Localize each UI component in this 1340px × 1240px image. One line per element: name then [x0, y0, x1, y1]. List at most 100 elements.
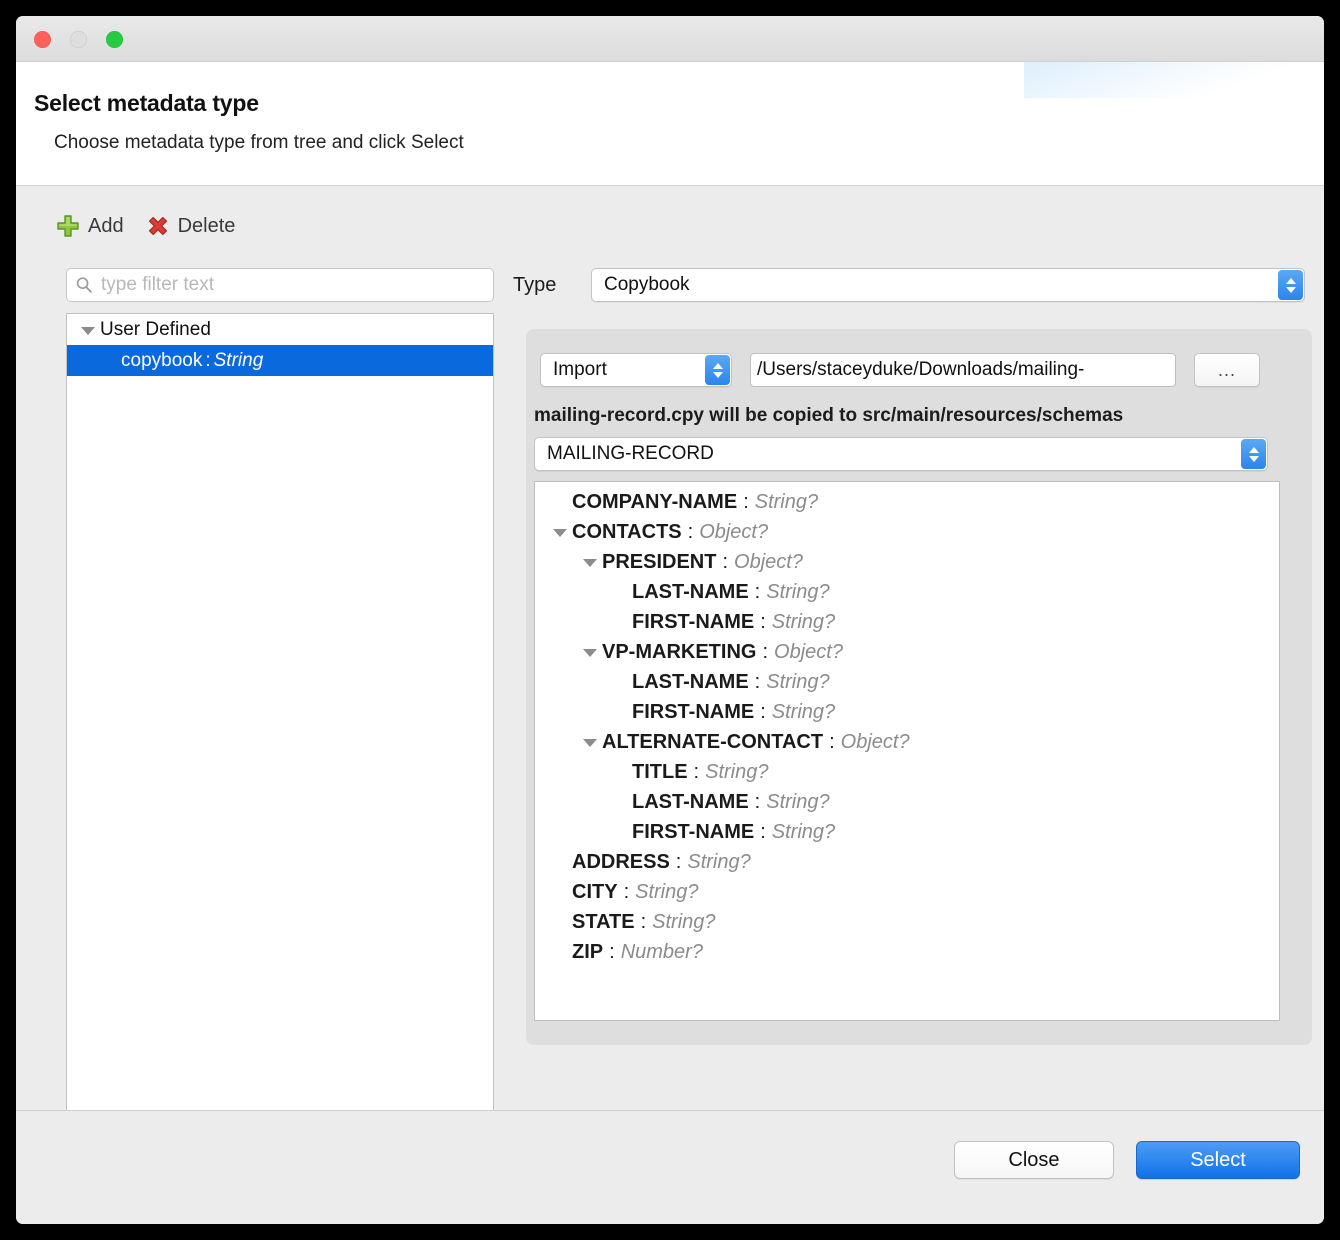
type-row: Type Copybook [513, 268, 1305, 302]
stepper-icon[interactable] [705, 355, 730, 385]
tree-node-label: User Defined [100, 319, 211, 341]
add-button-label: Add [88, 215, 124, 238]
tree-row[interactable]: ZIP:Number? [535, 937, 1279, 967]
toolbar: Add Delete [56, 214, 235, 238]
tree-row[interactable]: FIRST-NAME:String? [535, 697, 1279, 727]
minimize-window-button[interactable] [70, 31, 87, 48]
tree-row[interactable]: CITY:String? [535, 877, 1279, 907]
tree-row-name: ZIP [572, 941, 603, 964]
tree-row-name: STATE [572, 911, 635, 934]
tree-row-name: CITY [572, 881, 618, 904]
zoom-window-button[interactable] [106, 31, 123, 48]
tree-row-type: String? [687, 851, 750, 874]
tree-row-separator: : [760, 821, 766, 844]
schema-tree[interactable]: COMPANY-NAME:String?CONTACTS:Object?PRES… [534, 481, 1280, 1021]
file-path-value: /Users/staceyduke/Downloads/mailing- [757, 359, 1084, 381]
tree-row[interactable]: ADDRESS:String? [535, 847, 1279, 877]
tree-row[interactable]: LAST-NAME:String? [535, 787, 1279, 817]
select-button[interactable]: Select [1136, 1141, 1300, 1179]
tree-node-name: copybook [121, 350, 202, 372]
tree-row-name: LAST-NAME [632, 671, 749, 694]
close-button[interactable]: Close [954, 1141, 1114, 1179]
tree-row-separator: : [676, 851, 682, 874]
close-window-button[interactable] [34, 31, 51, 48]
dialog-footer: Close Select [16, 1110, 1324, 1224]
chevron-down-icon[interactable] [553, 529, 567, 537]
tree-row-type: Object? [699, 521, 768, 544]
tree-row[interactable]: LAST-NAME:String? [535, 667, 1279, 697]
import-mode-select[interactable]: Import [540, 353, 732, 387]
plus-icon [56, 214, 80, 238]
search-input[interactable] [99, 273, 485, 297]
search-icon [75, 276, 93, 294]
tree-row-type: String? [766, 791, 829, 814]
type-select[interactable]: Copybook [591, 268, 1305, 302]
browse-button[interactable]: ... [1194, 353, 1260, 387]
tree-row-name: FIRST-NAME [632, 701, 754, 724]
tree-row-type: Object? [841, 731, 910, 754]
add-button[interactable]: Add [56, 214, 124, 238]
tree-row[interactable]: COMPANY-NAME: String? [535, 487, 1279, 517]
tree-node-type: String [214, 350, 264, 372]
tree-row-separator: : [755, 791, 761, 814]
dialog-header: Select metadata type Choose metadata typ… [16, 62, 1324, 186]
tree-row-name: FIRST-NAME [632, 611, 754, 634]
tree-row-separator: : [743, 491, 749, 514]
tree-row-separator: : [694, 761, 700, 784]
import-row: Import /Users/staceyduke/Downloads/maili… [540, 353, 1260, 387]
tree-row-name: TITLE [632, 761, 688, 784]
stepper-icon[interactable] [1241, 439, 1266, 469]
filter-field[interactable] [66, 268, 494, 302]
chevron-down-icon[interactable] [583, 739, 597, 747]
user-defined-tree[interactable]: User Defined copybook : String [66, 313, 494, 1224]
tree-node-copybook[interactable]: copybook : String [67, 345, 493, 376]
delete-button-label: Delete [178, 215, 236, 238]
record-select[interactable]: MAILING-RECORD [534, 437, 1268, 471]
record-select-value: MAILING-RECORD [547, 443, 714, 465]
dialog-body: Add Delete [16, 186, 1324, 1110]
page-subtitle: Choose metadata type from tree and click… [54, 132, 464, 154]
tree-row-separator: : [688, 521, 694, 544]
tree-row-type: String? [635, 881, 698, 904]
tree-row[interactable]: CONTACTS:Object? [535, 517, 1279, 547]
file-path-input[interactable]: /Users/staceyduke/Downloads/mailing- [750, 353, 1176, 387]
chevron-down-icon[interactable] [583, 559, 597, 567]
copy-destination-note: mailing-record.cpy will be copied to src… [534, 405, 1123, 427]
tree-row-name: CONTACTS [572, 521, 682, 544]
delete-button[interactable]: Delete [146, 214, 236, 238]
chevron-down-icon[interactable] [81, 327, 95, 335]
tree-row[interactable]: FIRST-NAME:String? [535, 817, 1279, 847]
tree-row-name: COMPANY-NAME [572, 491, 737, 514]
chevron-down-icon[interactable] [583, 649, 597, 657]
titlebar [16, 16, 1324, 62]
tree-row[interactable]: VP-MARKETING:Object? [535, 637, 1279, 667]
tree-row[interactable]: LAST-NAME:String? [535, 577, 1279, 607]
tree-row-separator: : [609, 941, 615, 964]
tree-row-type: String? [772, 821, 835, 844]
tree-row-type: String? [652, 911, 715, 934]
tree-row[interactable]: ALTERNATE-CONTACT: Object? [535, 727, 1279, 757]
tree-row-type: String? [705, 761, 768, 784]
tree-row-type: String? [766, 671, 829, 694]
import-mode-value: Import [553, 359, 607, 381]
tree-row-separator: : [755, 671, 761, 694]
tree-row[interactable]: TITLE:String? [535, 757, 1279, 787]
type-label: Type [513, 274, 591, 297]
tree-row-type: Object? [774, 641, 843, 664]
tree-row-separator: : [722, 551, 728, 574]
x-icon [146, 214, 170, 238]
copybook-panel: Import /Users/staceyduke/Downloads/maili… [526, 329, 1312, 1045]
tree-node-user-defined[interactable]: User Defined [67, 314, 493, 345]
tree-row-name: ALTERNATE-CONTACT [602, 731, 823, 754]
tree-row-separator: : [829, 731, 835, 754]
tree-row-name: LAST-NAME [632, 581, 749, 604]
stepper-icon[interactable] [1278, 270, 1303, 300]
screen: Select metadata type Choose metadata typ… [0, 0, 1340, 1240]
tree-row-separator: : [762, 641, 768, 664]
tree-row-separator: : [760, 611, 766, 634]
tree-row[interactable]: PRESIDENT:Object? [535, 547, 1279, 577]
tree-row[interactable]: FIRST-NAME:String? [535, 607, 1279, 637]
tree-row[interactable]: STATE:String? [535, 907, 1279, 937]
tree-row-type: String? [755, 491, 818, 514]
page-title: Select metadata type [34, 90, 259, 117]
